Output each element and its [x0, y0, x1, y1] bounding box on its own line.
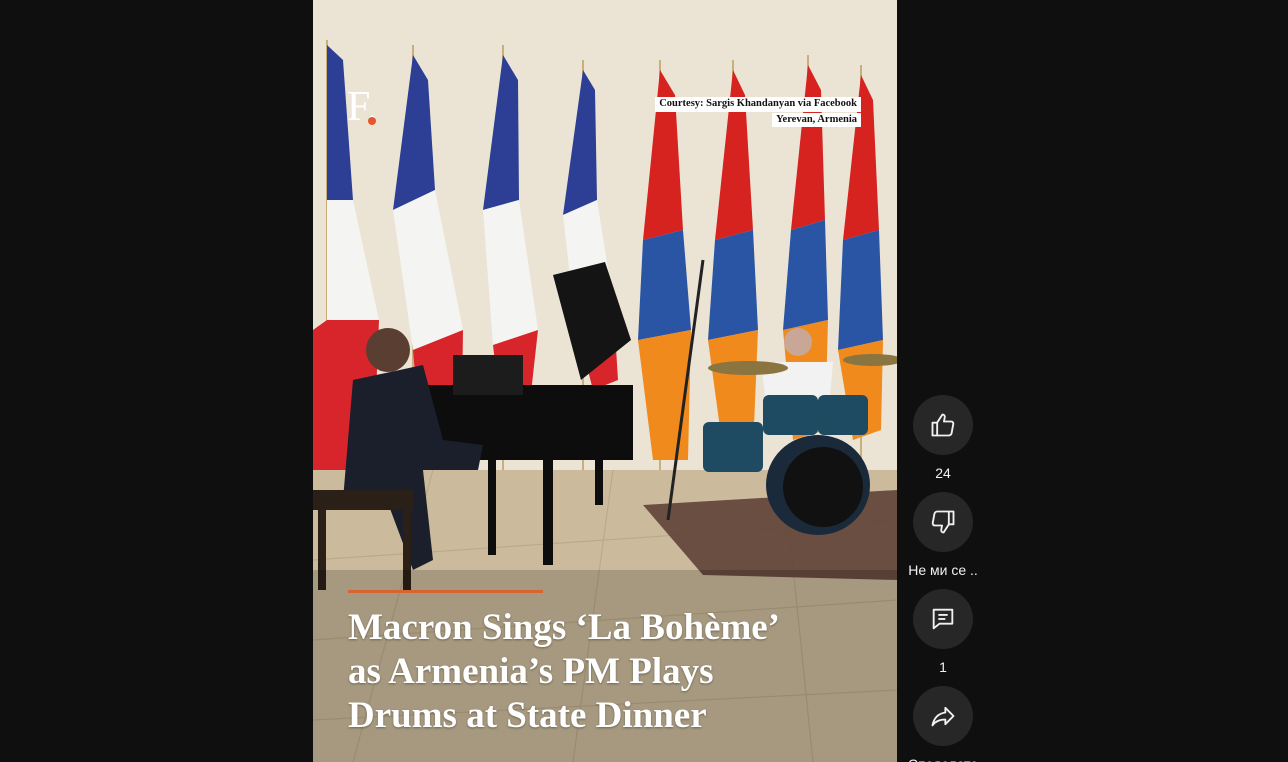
comments-action: 1 — [903, 589, 983, 677]
like-button[interactable] — [913, 395, 973, 455]
shorts-player-page: F. Courtesy: Sargis Khandanyan via Faceb… — [0, 0, 1288, 762]
share-icon — [931, 706, 955, 727]
courtesy-caption: Courtesy: Sargis Khandanyan via Facebook… — [655, 97, 861, 128]
comments-button[interactable] — [913, 589, 973, 649]
like-action: 24 — [903, 395, 983, 483]
title-line-3: Drums at State Dinner — [348, 695, 707, 736]
video-title-overlay: Macron Sings ‘La Bohème’ as Armenia’s PM… — [348, 606, 868, 738]
title-line-2: as Armenia’s PM Plays — [348, 651, 714, 692]
title-line-1: Macron Sings ‘La Bohème’ — [348, 607, 781, 648]
courtesy-location: Yerevan, Armenia — [772, 112, 861, 127]
comment-icon — [932, 608, 954, 630]
logo-accent-dot — [368, 117, 376, 125]
thumbs-up-icon — [931, 413, 955, 437]
share-action: Споделете — [903, 686, 983, 762]
thumbs-down-icon — [931, 510, 955, 534]
comment-count: 1 — [939, 659, 947, 675]
courtesy-source: Courtesy: Sargis Khandanyan via Facebook — [655, 97, 861, 112]
dislike-action: Не ми се .. — [903, 492, 983, 580]
share-button[interactable] — [913, 686, 973, 746]
video-player[interactable]: F. Courtesy: Sargis Khandanyan via Faceb… — [313, 0, 897, 762]
title-accent-rule — [348, 590, 543, 593]
dislike-label: Не ми се .. — [908, 562, 978, 578]
share-label: Споделете — [908, 754, 978, 762]
dislike-button[interactable] — [913, 492, 973, 552]
like-count: 24 — [935, 465, 951, 481]
action-rail: 24 Не ми се .. 1 — [903, 395, 983, 762]
